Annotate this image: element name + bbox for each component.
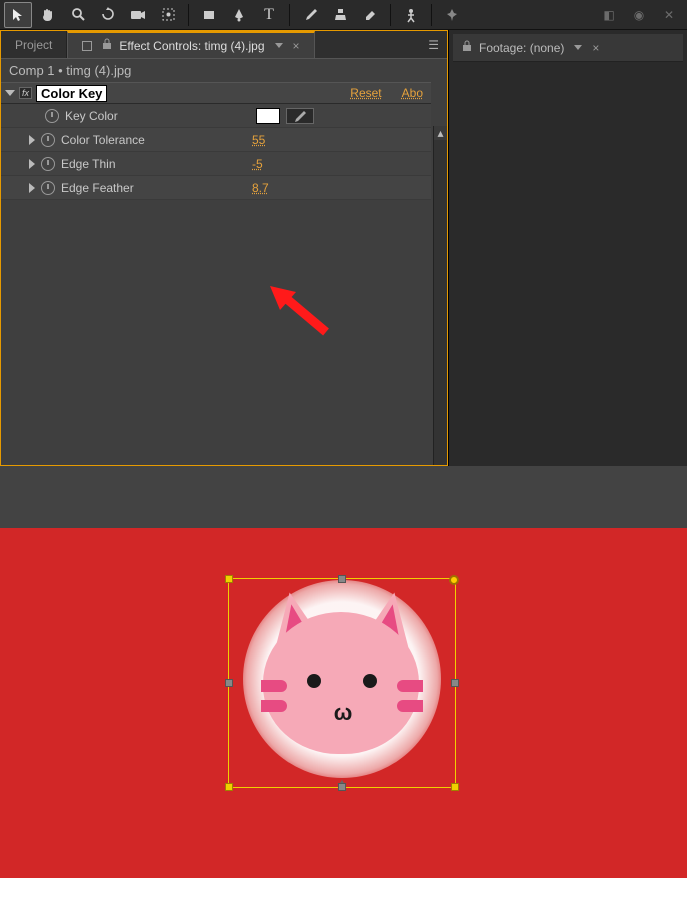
- prop-value[interactable]: 8.7: [252, 181, 269, 195]
- main-toolbar: T ◧ ◉ ✕: [0, 0, 687, 30]
- workspace-icon-3[interactable]: ✕: [655, 2, 683, 28]
- prop-label: Edge Thin: [61, 157, 246, 171]
- prop-value[interactable]: 55: [252, 133, 265, 147]
- stopwatch-icon[interactable]: [41, 157, 55, 171]
- pan-behind-tool-icon[interactable]: [154, 2, 182, 28]
- cat-image: ω: [253, 590, 431, 768]
- resize-handle[interactable]: [225, 679, 233, 687]
- lock-icon: [101, 38, 113, 53]
- pin-tool-icon[interactable]: [438, 2, 466, 28]
- layer-selection[interactable]: ω ✦: [228, 578, 456, 788]
- workspace-icon-2[interactable]: ◉: [625, 2, 653, 28]
- fx-badge-icon[interactable]: fx: [19, 87, 32, 99]
- workspace-icon-1[interactable]: ◧: [595, 2, 623, 28]
- selection-tool-icon[interactable]: [4, 2, 32, 28]
- rotate-tool-icon[interactable]: [94, 2, 122, 28]
- resize-handle[interactable]: [451, 783, 459, 791]
- footage-panel: Footage: (none) ×: [448, 30, 687, 466]
- scrollbar[interactable]: ▴: [433, 126, 447, 465]
- prop-edge-feather: Edge Feather 8.7: [1, 176, 431, 200]
- close-icon[interactable]: ×: [293, 39, 300, 53]
- resize-handle[interactable]: [338, 575, 346, 583]
- hand-tool-icon[interactable]: [34, 2, 62, 28]
- scroll-up-icon[interactable]: ▴: [434, 126, 447, 140]
- resize-handle[interactable]: [451, 679, 459, 687]
- tab-label: Project: [15, 38, 52, 52]
- caret-right-icon[interactable]: [29, 135, 35, 145]
- rotate-handle[interactable]: [449, 575, 459, 585]
- resize-handle[interactable]: [225, 575, 233, 583]
- brush-tool-icon[interactable]: [296, 2, 324, 28]
- stopwatch-icon[interactable]: [41, 181, 55, 195]
- layer-color-icon: [82, 41, 92, 51]
- prop-key-color: Key Color: [1, 104, 431, 128]
- annotation-arrow-icon: [266, 282, 346, 342]
- reset-button[interactable]: Reset: [350, 86, 381, 100]
- pen-tool-icon[interactable]: [225, 2, 253, 28]
- close-icon[interactable]: ×: [592, 41, 599, 55]
- clone-stamp-tool-icon[interactable]: [326, 2, 354, 28]
- color-swatch[interactable]: [256, 108, 280, 124]
- prop-label: Key Color: [65, 109, 250, 123]
- prop-label: Edge Feather: [61, 181, 246, 195]
- about-button[interactable]: Abo: [402, 86, 423, 100]
- composition-viewer: ω ✦: [0, 466, 687, 897]
- chevron-down-icon[interactable]: [574, 45, 582, 50]
- text-tool-icon[interactable]: T: [255, 2, 283, 28]
- chevron-down-icon[interactable]: [275, 43, 283, 48]
- puppet-tool-icon[interactable]: [397, 2, 425, 28]
- camera-tool-icon[interactable]: [124, 2, 152, 28]
- panel-menu-icon[interactable]: ☰: [420, 38, 447, 52]
- caret-down-icon[interactable]: [5, 90, 15, 96]
- rect-tool-icon[interactable]: [195, 2, 223, 28]
- stopwatch-icon[interactable]: [45, 109, 59, 123]
- lock-icon[interactable]: [461, 40, 473, 55]
- zoom-tool-icon[interactable]: [64, 2, 92, 28]
- caret-right-icon[interactable]: [29, 183, 35, 193]
- tab-label: Effect Controls: timg (4).jpg: [119, 39, 264, 53]
- effect-name[interactable]: Color Key: [36, 85, 107, 102]
- resize-handle[interactable]: [225, 783, 233, 791]
- prop-label: Color Tolerance: [61, 133, 246, 147]
- tab-effect-controls[interactable]: Effect Controls: timg (4).jpg ×: [67, 31, 314, 58]
- prop-value[interactable]: -5: [252, 157, 263, 171]
- effect-controls-panel: Project Effect Controls: timg (4).jpg × …: [0, 30, 448, 466]
- breadcrumb: Comp 1 • timg (4).jpg: [1, 59, 447, 82]
- prop-color-tolerance: Color Tolerance 55: [1, 128, 431, 152]
- prop-edge-thin: Edge Thin -5: [1, 152, 431, 176]
- stopwatch-icon[interactable]: [41, 133, 55, 147]
- tab-project[interactable]: Project: [1, 31, 67, 58]
- composition-canvas[interactable]: ω ✦: [0, 528, 687, 878]
- resize-handle[interactable]: [338, 783, 346, 791]
- eyedropper-icon[interactable]: [286, 108, 314, 124]
- footage-label: Footage: (none): [479, 41, 564, 55]
- eraser-tool-icon[interactable]: [356, 2, 384, 28]
- effect-header[interactable]: fx Color Key Reset Abo: [1, 82, 431, 104]
- caret-right-icon[interactable]: [29, 159, 35, 169]
